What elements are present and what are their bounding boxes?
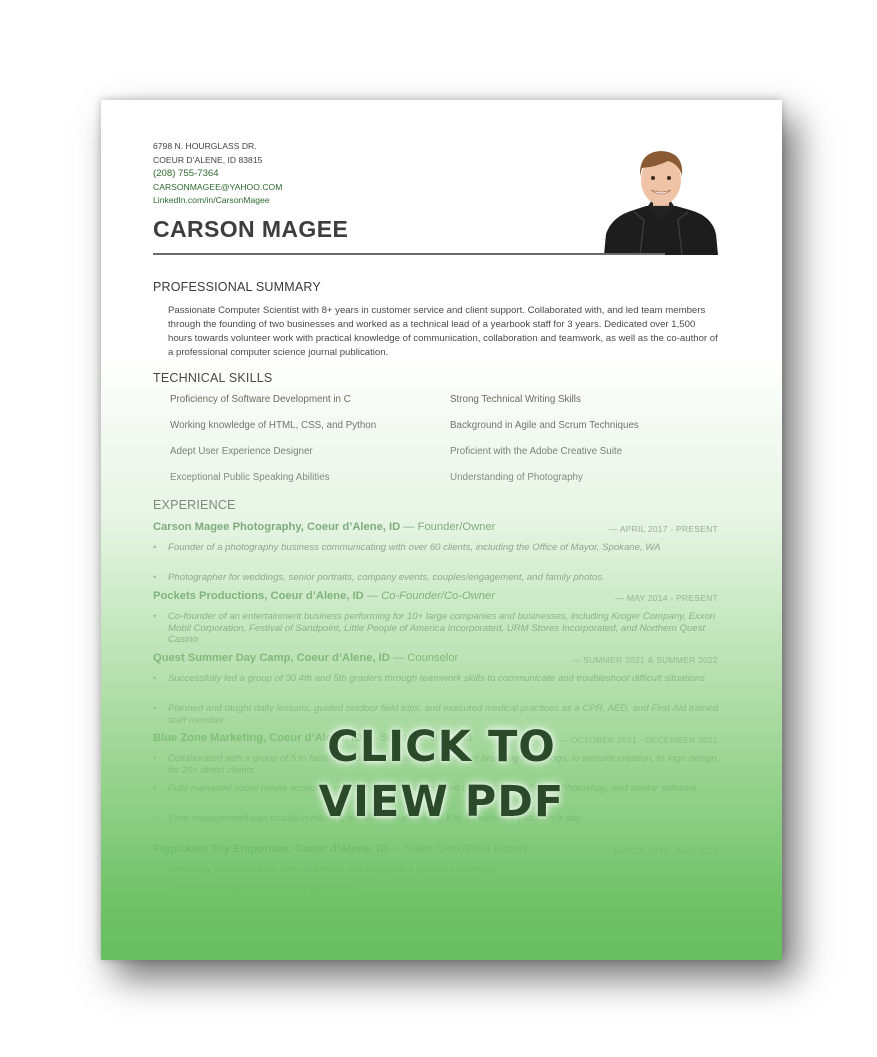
skill-item: Strong Technical Writing Skills — [450, 394, 581, 405]
job-company: Carson Magee Photography, Coeur d’Alene,… — [153, 521, 401, 533]
job-role: — Co-Founder/Co-Owner — [363, 590, 495, 602]
summary-heading: PROFESSIONAL SUMMARY — [153, 280, 321, 294]
resume-preview-page[interactable]: 6798 N. HOURGLASS DR. COEUR D’ALENE, ID … — [101, 100, 782, 960]
job-title-line: Quest Summer Day Camp, Coeur d’Alene, ID… — [153, 652, 458, 664]
job-title-line: Figpickels Toy Emporium, Coeur d’Alene, … — [153, 843, 526, 855]
cta-line-1: CLICK TO — [327, 722, 556, 772]
candidate-name: CARSON MAGEE — [153, 216, 349, 242]
name-divider — [153, 253, 665, 255]
job-company: Quest Summer Day Camp, Coeur d’Alene, ID — [153, 652, 390, 664]
view-pdf-button[interactable]: CLICK TO VIEW PDF — [101, 720, 782, 830]
job-date: — SUMMER 2021 & SUMMER 2022 — [571, 655, 718, 665]
skill-item: Adept User Experience Designer — [170, 446, 313, 457]
job-date: — MARCH 2018 - MAY 2020 — [602, 846, 718, 856]
job-role: — Sales Clerk/Floor Expert — [387, 843, 527, 855]
skill-item: Background in Agile and Scrum Techniques — [450, 420, 639, 431]
cta-line-2: VIEW PDF — [318, 777, 565, 827]
email-address: CARSONMAGEE@YAHOO.COM — [153, 181, 283, 192]
skill-item: Understanding of Photography — [450, 472, 583, 483]
experience-heading: EXPERIENCE — [153, 498, 236, 512]
job-bullet: Successfully led a group of 30 4th and 5… — [153, 673, 723, 685]
phone-number: (208) 755-7364 — [153, 168, 219, 179]
job-date: — MAY 2014 - PRESENT — [615, 593, 718, 603]
job-company: Pockets Productions, Coeur d’Alene, ID — [153, 590, 364, 602]
contact-block: 6798 N. HOURGLASS DR. COEUR D’ALENE, ID … — [153, 140, 282, 208]
skill-item: Working knowledge of HTML, CSS, and Pyth… — [170, 420, 377, 431]
job-bullet: Trained new employees on store operation… — [153, 881, 723, 893]
skills-heading: TECHNICAL SKILLS — [153, 371, 273, 385]
job-title-line: Pockets Productions, Coeur d’Alene, ID —… — [153, 590, 495, 602]
skill-item: Proficient with the Adobe Creative Suite — [450, 446, 623, 457]
address-line-2: COEUR D’ALENE, ID 83815 — [153, 154, 263, 165]
skill-item: Exceptional Public Speaking Abilities — [170, 472, 330, 483]
job-role: — Founder/Owner — [400, 521, 496, 533]
skill-item: Proficiency of Software Development in C — [170, 394, 351, 405]
resume-content: 6798 N. HOURGLASS DR. COEUR D’ALENE, ID … — [101, 100, 782, 960]
linkedin-url: LinkedIn.com/in/CarsonMagee — [153, 195, 270, 205]
job-company: Figpickels Toy Emporium, Coeur d’Alene, … — [153, 843, 388, 855]
job-date: — APRIL 2017 - PRESENT — [608, 524, 718, 534]
job-role: — Counselor — [389, 652, 459, 664]
job-title-line: Carson Magee Photography, Coeur d’Alene,… — [153, 521, 495, 533]
profile-photo — [604, 148, 718, 255]
job-bullet: Founder of a photography business commun… — [153, 542, 723, 554]
job-bullet: Effectively communicated with customers … — [153, 864, 723, 876]
address-line-1: 6798 N. HOURGLASS DR. — [153, 141, 257, 151]
job-bullet: Co-founder of an entertainment business … — [153, 611, 723, 646]
job-bullet: Photographer for weddings, senior portra… — [153, 572, 723, 584]
summary-text: Passionate Computer Scientist with 8+ ye… — [168, 305, 718, 358]
